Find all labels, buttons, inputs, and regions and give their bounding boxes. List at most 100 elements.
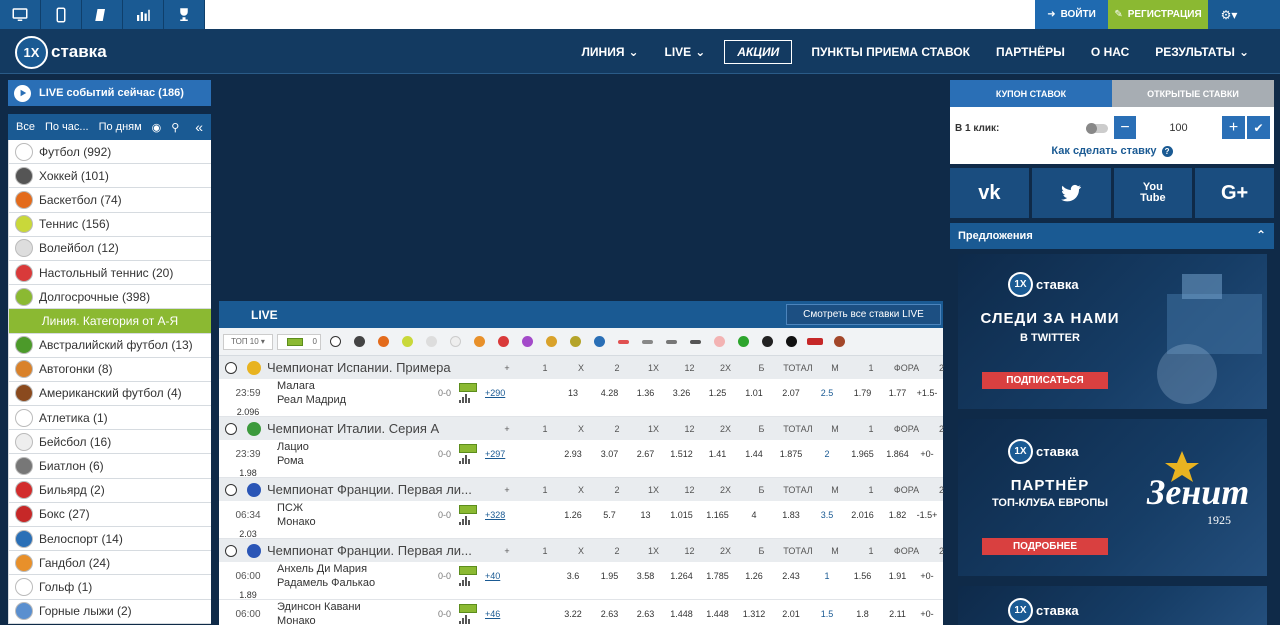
odds-cell[interactable]: 2.67 [628,449,663,459]
league-header[interactable]: Чемпионат Франции. Первая ли... +1 Х 2 1Х 12 2… [219,539,944,562]
odds-cell[interactable]: 1.56 [845,571,880,581]
sport-item[interactable]: Автогонки (8) [8,357,211,382]
sport-item[interactable]: Бокс (27) [8,502,211,527]
sport-item[interactable]: Хоккей (101) [8,164,211,189]
filter-by-hour[interactable]: По час... [45,121,89,133]
ufc-filter-icon[interactable] [805,334,825,350]
league-header[interactable]: Чемпионат Италии. Серия А +1 Х 2 1Х 12 2Х Б ТОТА… [219,417,944,440]
more-bets-link[interactable]: +297 [481,449,505,459]
esports-filter-icon[interactable] [517,334,537,350]
filter-all[interactable]: Все [16,121,35,133]
hurling-filter-icon[interactable] [661,334,681,350]
increase-stake-button[interactable]: + [1222,116,1245,139]
odds-cell[interactable]: +1.5- [915,388,939,398]
table-tennis-filter-icon[interactable] [493,334,513,350]
odds-cell[interactable]: 2.63 [591,609,628,619]
filter-by-day[interactable]: По дням [99,121,142,133]
event-teams[interactable]: Лацио Рома [277,440,415,468]
live-events-now[interactable]: LIVE событий сейчас (186) [8,80,211,106]
odds-cell[interactable]: 2.63 [628,609,663,619]
odds-cell[interactable]: 2.016 [845,510,880,520]
sport-item[interactable]: Американский футбол (4) [8,381,211,407]
odds-cell[interactable]: 1.312 [735,609,773,619]
odds-cell[interactable]: +0- [915,571,939,581]
odds-cell[interactable]: 2.096 [219,407,277,417]
how-to-bet-link[interactable]: Как сделать ставку ? [950,145,1274,157]
globe-icon[interactable]: ◉ [152,121,162,134]
confirm-button[interactable]: ✔ [1247,116,1270,139]
odds-cell[interactable]: 3.07 [591,449,628,459]
login-button[interactable]: ➜ ВОЙТИ [1035,0,1108,29]
odds-cell[interactable]: 1.82 [880,510,915,520]
odds-cell[interactable]: 2.5 [809,388,845,398]
odds-cell[interactable]: 1.26 [555,510,591,520]
youtube-icon[interactable]: You Tube [1113,168,1193,218]
snooker-filter-icon[interactable] [733,334,753,350]
odds-cell[interactable]: 3.22 [555,609,591,619]
more-details-button[interactable]: ПОДРОБНЕЕ [982,538,1108,555]
logo[interactable]: 1X ставка [15,35,107,69]
odds-cell[interactable]: 2.01 [773,609,809,619]
promo-twitter[interactable]: 1X ставка СЛЕДИ ЗА НАМИ В TWITTER ПОДПИСА… [958,254,1267,409]
one-click-toggle[interactable] [1086,123,1108,134]
darts-filter-icon[interactable] [613,334,633,350]
settings-button[interactable]: ⚙▾ [1208,0,1250,29]
sport-item[interactable]: Настольный теннис (20) [8,260,211,286]
statistics-icon[interactable] [455,505,477,525]
odds-cell[interactable]: 1.79 [845,388,880,398]
sport-item[interactable]: Гольф (1) [8,575,211,600]
odds-cell[interactable]: 1.25 [700,388,735,398]
odds-cell[interactable]: 2 [809,449,845,459]
statistics-icon[interactable] [123,0,164,29]
racing-filter-icon[interactable] [541,334,561,350]
more-bets-link[interactable]: +328 [481,510,505,520]
boxing-filter-icon[interactable] [709,334,729,350]
odds-cell[interactable]: 1.5 [809,609,845,619]
nav-line[interactable]: ЛИНИЯ ⌄ [568,45,651,59]
more-bets-link[interactable]: +290 [481,388,505,398]
odds-cell[interactable]: 1.512 [663,449,700,459]
odds-cell[interactable]: 2.93 [555,449,591,459]
odds-cell[interactable]: +0- [915,449,939,459]
twitter-icon[interactable] [1031,168,1111,218]
search-icon[interactable]: ⚲ [171,121,179,134]
sport-item[interactable]: Велоспорт (14) [8,527,211,552]
sport-item[interactable]: Бейсбол (16) [8,430,211,455]
odds-cell[interactable]: 1.965 [845,449,880,459]
odds-cell[interactable]: 1.448 [700,609,735,619]
league-header[interactable]: Чемпионат Франции. Первая ли... +1 Х 2 1Х 12 2… [219,478,944,501]
more-bets-link[interactable]: +40 [481,571,500,581]
paw-filter-icon[interactable] [757,334,777,350]
sport-item[interactable]: Долгосрочные (398) [8,285,211,310]
odds-cell[interactable]: 4 [735,510,773,520]
football-filter-icon[interactable] [325,334,345,350]
skiing-filter-icon[interactable] [685,334,705,350]
sport-item[interactable]: Футбол (992) [8,140,211,165]
sport-item[interactable]: Гандбол (24) [8,551,211,576]
sport-item[interactable]: Биатлон (6) [8,454,211,479]
event-row[interactable]: 23:59 Малага Реал Мадрид 0-0 +290 13 4.28 1.36 3… [219,379,943,417]
trophy-icon[interactable] [164,0,205,29]
odds-cell[interactable]: 1.91 [880,571,915,581]
statistics-icon[interactable] [455,444,477,464]
nav-points[interactable]: ПУНКТЫ ПРИЕМА СТАВОК [798,45,983,59]
rugby-filter-icon[interactable] [829,334,849,350]
nav-promotions[interactable]: АКЦИИ [724,39,793,64]
odds-cell[interactable]: 1.015 [663,510,700,520]
odds-cell[interactable]: +0- [915,609,939,619]
vk-icon[interactable]: vk [950,168,1029,218]
odds-cell[interactable]: 2.03 [219,529,277,539]
sport-item[interactable]: Теннис (156) [8,212,211,237]
statistics-icon[interactable] [455,604,477,624]
odds-cell[interactable]: 1.8 [845,609,880,619]
odds-cell[interactable]: 1.26 [735,571,773,581]
odds-cell[interactable]: 1.41 [700,449,735,459]
volleyball-filter-icon[interactable] [421,334,441,350]
odds-cell[interactable]: 1.89 [219,590,277,600]
sport-item[interactable]: Австралийский футбол (13) [8,333,211,358]
odds-cell[interactable]: 1.36 [628,388,663,398]
event-teams[interactable]: Эдинсон Кавани Монако [277,600,415,625]
subscribe-button[interactable]: ПОДПИСАТЬСЯ [982,372,1108,389]
sport-item[interactable]: Бильярд (2) [8,478,211,503]
google-plus-icon[interactable]: G+ [1195,168,1274,218]
